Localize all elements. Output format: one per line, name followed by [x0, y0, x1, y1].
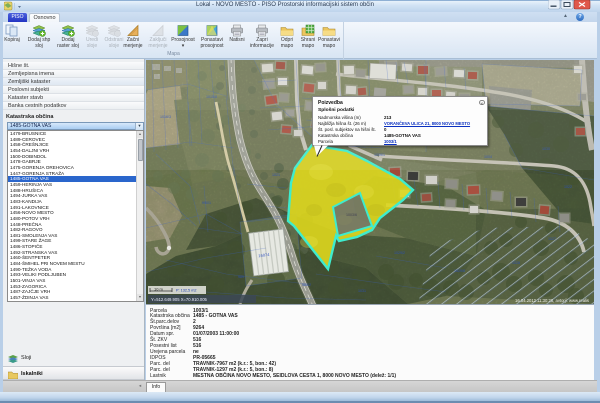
svg-text:1022: 1022: [564, 185, 572, 189]
svg-text:1027: 1027: [548, 237, 556, 241]
svg-text:1029/8: 1029/8: [454, 269, 465, 273]
svg-text:Y=512.649.905 X=70.910.005: Y=512.649.905 X=70.910.005: [151, 297, 208, 302]
svg-text:1003/6: 1003/6: [346, 213, 357, 217]
svg-text:1031: 1031: [358, 289, 366, 293]
svg-text:16.04.2012 11:30:26, avtorji:: 16.04.2012 11:30:26, avtorji: www.realis: [515, 298, 589, 303]
svg-text:989: 989: [238, 275, 244, 279]
svg-text:P: 132,5 m2: P: 132,5 m2: [176, 289, 196, 293]
svg-text:1028: 1028: [512, 261, 520, 265]
svg-text:1029/2: 1029/2: [394, 251, 405, 255]
svg-text:990/1: 990/1: [202, 201, 211, 205]
svg-text:1021: 1021: [272, 173, 280, 177]
svg-text:10 m: 10 m: [154, 287, 164, 292]
svg-text:988/2: 988/2: [302, 283, 311, 287]
